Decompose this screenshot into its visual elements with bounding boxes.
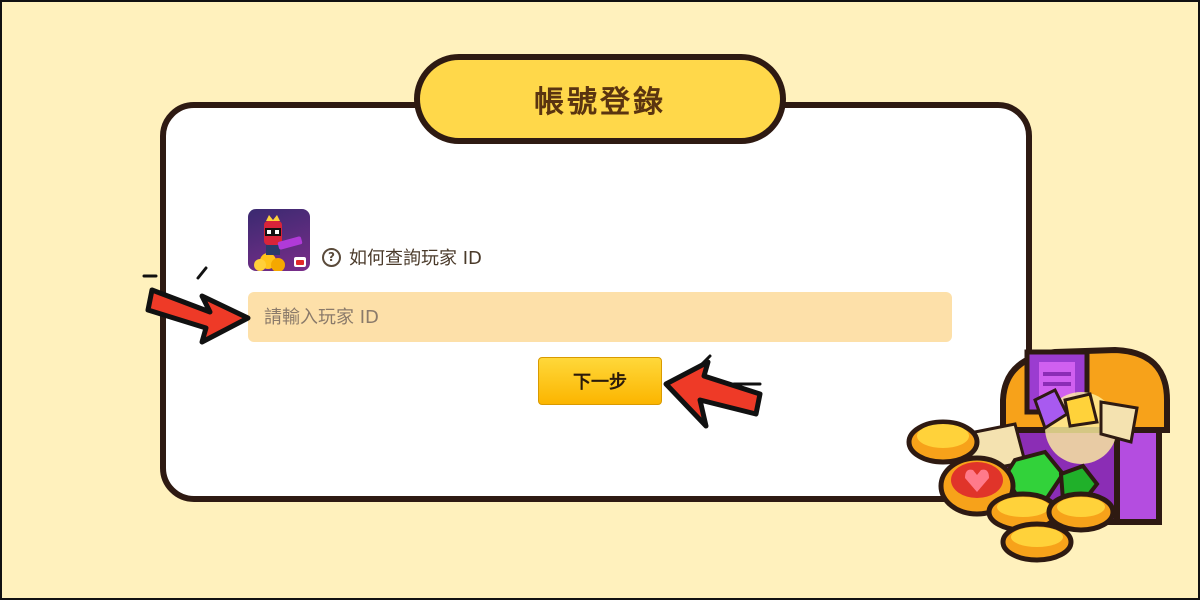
page-title: 帳號登錄 xyxy=(534,85,666,120)
next-step-button[interactable]: 下一步 xyxy=(538,357,662,405)
arrow-right-icon xyxy=(142,266,251,345)
arrow-left-icon xyxy=(663,354,763,429)
treasure-chest-icon xyxy=(906,346,1170,563)
help-link-label: 如何查詢玩家 ID xyxy=(349,248,482,269)
question-circle-icon: ? xyxy=(322,247,341,267)
title-banner: 帳號登錄 xyxy=(414,54,786,144)
player-id-input[interactable] xyxy=(248,292,952,342)
find-player-id-link[interactable]: ? 如何查詢玩家 ID xyxy=(322,244,482,270)
